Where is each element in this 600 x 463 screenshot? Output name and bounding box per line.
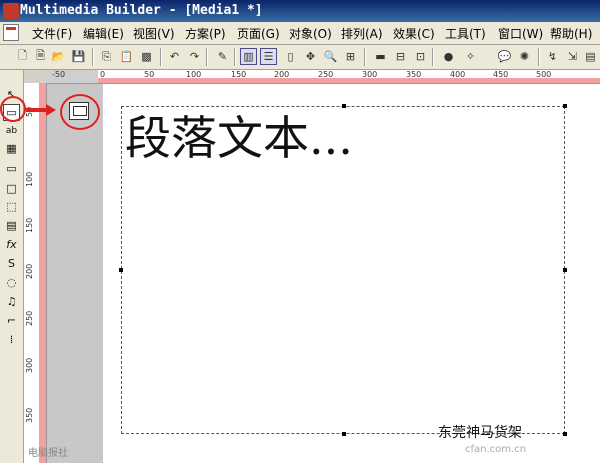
ruler-label: 400 xyxy=(450,70,466,79)
menu-file[interactable]: 文件(F) xyxy=(32,25,72,42)
save-icon[interactable]: 💾 xyxy=(70,48,87,65)
window-title: Multimedia Builder - [Media1 *] xyxy=(20,3,263,18)
ruler-label: 100 xyxy=(25,171,34,187)
toolbar-separator xyxy=(92,48,94,66)
rectangle-button-icon[interactable]: ▭ xyxy=(3,160,20,177)
ruler-label: 100 xyxy=(186,70,202,79)
open-icon[interactable]: 🗎 xyxy=(32,48,49,65)
new-icon[interactable]: 🗋 xyxy=(14,48,31,65)
grid-icon[interactable]: ⊞ xyxy=(342,48,359,65)
ruler-label: 250 xyxy=(25,310,34,326)
ruler-label: 200 xyxy=(25,263,34,279)
paragraph-text[interactable]: 段落文本... xyxy=(125,110,353,166)
ruler-label: 150 xyxy=(231,70,247,79)
menu-page[interactable]: 页面(G) xyxy=(237,25,280,42)
resize-handle[interactable] xyxy=(342,104,346,108)
align-icon[interactable]: ⊟ xyxy=(392,48,409,65)
ruler-label: 350 xyxy=(406,70,422,79)
label-icon[interactable]: ▬ xyxy=(372,48,389,65)
menu-help[interactable]: 帮助(H) xyxy=(550,25,592,42)
ruler-label: 350 xyxy=(25,407,34,423)
menu-arrange[interactable]: 排列(A) xyxy=(341,25,383,42)
undo-icon[interactable]: ↶ xyxy=(166,48,183,65)
highlight-circle xyxy=(60,94,100,130)
menu-effects[interactable]: 效果(C) xyxy=(393,25,435,42)
ruler-label: 500 xyxy=(536,70,552,79)
document-icon[interactable] xyxy=(3,24,19,41)
resize-handle[interactable] xyxy=(342,432,346,436)
ruler-label: 50 xyxy=(144,70,155,79)
page-setup-icon[interactable]: ▤ xyxy=(582,48,599,65)
highlight-circle xyxy=(0,96,26,122)
page-layout-icon[interactable]: ▥ xyxy=(240,48,257,65)
text-icon[interactable]: ab xyxy=(3,122,20,139)
hotspot-icon[interactable]: ⬚ xyxy=(3,198,20,215)
paste-icon[interactable]: 📋 xyxy=(118,48,135,65)
film-icon[interactable]: ▤ xyxy=(3,217,20,234)
watermark-text: 东莞神马货架 xyxy=(438,425,522,441)
ruler-label: 250 xyxy=(318,70,334,79)
stop-icon[interactable]: ● xyxy=(440,48,457,65)
page-icon[interactable]: ▯ xyxy=(282,48,299,65)
ruler-label: 200 xyxy=(274,70,290,79)
page-list-icon[interactable]: ☰ xyxy=(260,48,277,65)
toolbar-separator xyxy=(206,48,208,66)
tool-palette: ↖ ▭ ab ▦ ▭ □ ⬚ ▤ fx S ◌ ♫ ⌐ ⁞ xyxy=(0,70,24,463)
watermark-left: 电脑报社 xyxy=(28,448,68,459)
app-icon xyxy=(3,3,19,19)
line-icon[interactable]: ⁞ xyxy=(3,331,20,348)
title-bar: Multimedia Builder - [Media1 *] xyxy=(0,0,600,22)
resize-handle[interactable] xyxy=(563,104,567,108)
properties-icon[interactable]: ✎ xyxy=(214,48,231,65)
menu-project[interactable]: 方案(P) xyxy=(185,25,226,42)
export-icon[interactable]: ⇲ xyxy=(564,48,581,65)
toolbar-separator xyxy=(160,48,162,66)
open-folder-icon[interactable]: 📂 xyxy=(50,48,67,65)
toolbar-separator xyxy=(234,48,236,66)
copy-icon[interactable]: ⎘ xyxy=(98,48,115,65)
move-icon[interactable]: ✥ xyxy=(302,48,319,65)
menu-window[interactable]: 窗口(W) xyxy=(498,25,543,42)
ruler-label: 300 xyxy=(362,70,378,79)
resize-handle[interactable] xyxy=(563,432,567,436)
annotation-arrowhead xyxy=(46,104,56,116)
menu-object[interactable]: 对象(O) xyxy=(289,25,332,42)
vertical-ruler: 50 100 150 200 250 300 350 xyxy=(24,83,47,463)
toolbar-separator xyxy=(364,48,366,66)
watermark-sub: cfan.com.cn xyxy=(465,444,527,455)
link-icon[interactable]: ↯ xyxy=(544,48,561,65)
wand-icon[interactable]: ✧ xyxy=(462,48,479,65)
ruler-label: -50 xyxy=(52,70,66,79)
shape-icon[interactable]: ⌐ xyxy=(3,312,20,329)
sun-icon[interactable]: ✺ xyxy=(516,48,533,65)
script-icon[interactable]: S xyxy=(3,255,20,272)
horizontal-ruler: -50 0 50 100 150 200 250 300 350 400 450… xyxy=(46,70,600,84)
zoom-icon[interactable]: 🔍 xyxy=(322,48,339,65)
annotation-arrow xyxy=(26,108,48,112)
toolbar-separator xyxy=(538,48,540,66)
ruler-label: 300 xyxy=(25,357,34,373)
delete-icon[interactable]: ▩ xyxy=(138,48,155,65)
ruler-label: 0 xyxy=(100,70,106,79)
menu-bar: 文件(F) 编辑(E) 视图(V) 方案(P) 页面(G) 对象(O) 排列(A… xyxy=(0,22,600,45)
resize-handle[interactable] xyxy=(119,268,123,272)
menu-tools[interactable]: 工具(T) xyxy=(445,25,486,42)
resize-handle[interactable] xyxy=(563,268,567,272)
ruler-label: 150 xyxy=(25,217,34,233)
rectangle-icon[interactable]: □ xyxy=(3,180,20,197)
sound-icon[interactable]: ♫ xyxy=(3,293,20,310)
menu-edit[interactable]: 编辑(E) xyxy=(83,25,124,42)
effect-icon[interactable]: fx xyxy=(3,236,20,253)
speech-icon[interactable]: 💬 xyxy=(496,48,513,65)
ruler-label: 450 xyxy=(493,70,509,79)
circle-icon[interactable]: ◌ xyxy=(3,274,20,291)
redo-icon[interactable]: ↷ xyxy=(186,48,203,65)
size-icon[interactable]: ⊡ xyxy=(412,48,429,65)
toolbar-separator xyxy=(432,48,434,66)
main-toolbar: 🗋 🗎 📂 💾 ⎘ 📋 ▩ ↶ ↷ ✎ ▥ ☰ ▯ ✥ 🔍 ⊞ ▬ ⊟ ⊡ ● … xyxy=(0,45,600,70)
menu-view[interactable]: 视图(V) xyxy=(133,25,175,42)
workspace-margin xyxy=(47,84,103,463)
bitmap-icon[interactable]: ▦ xyxy=(3,140,20,157)
